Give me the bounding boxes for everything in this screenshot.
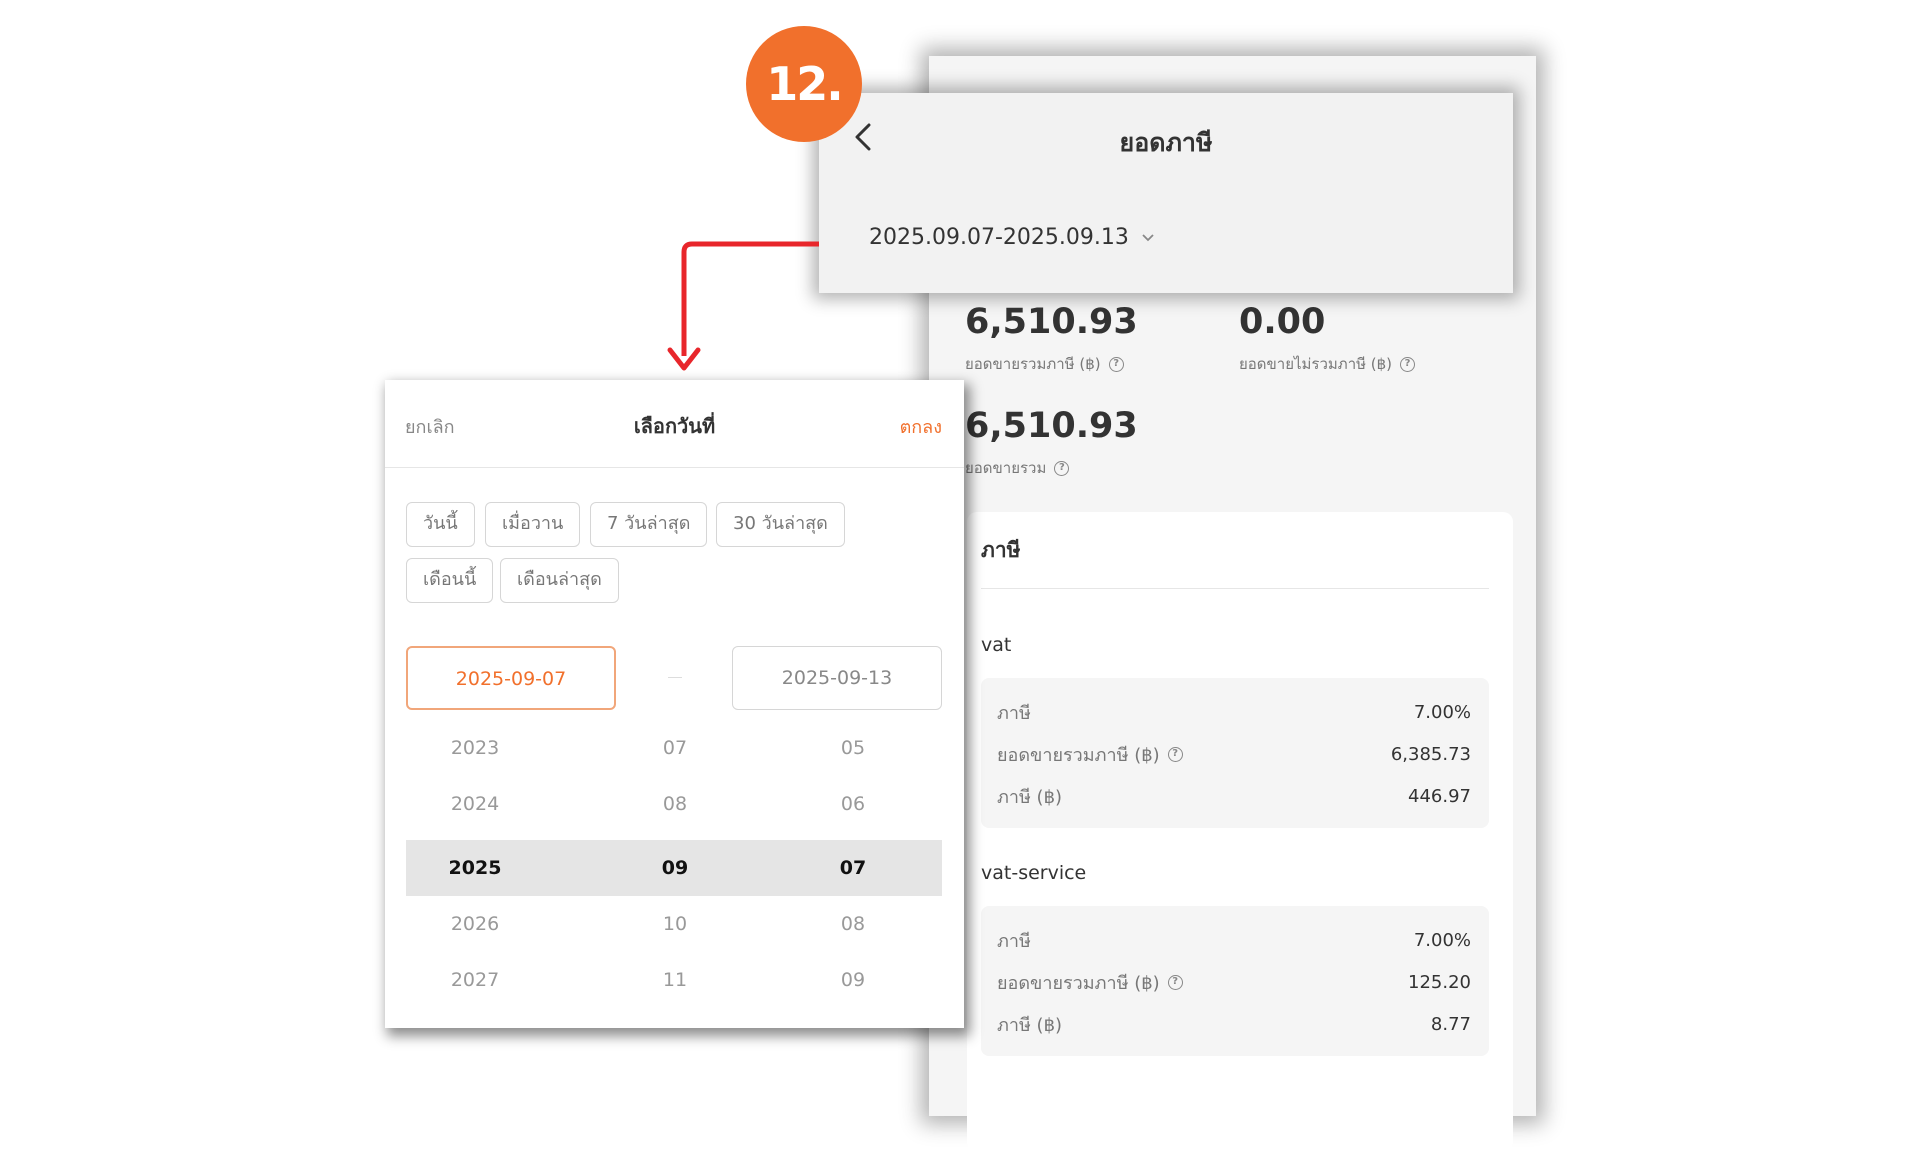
- quick-range-yesterday[interactable]: เมื่อวาน: [485, 502, 581, 547]
- step-badge: 12.: [746, 26, 862, 142]
- taxed-sales-value: 6,510.93: [965, 302, 1138, 342]
- header-callout: ยอดภาษี 2025.09.07-2025.09.13: [819, 93, 1513, 293]
- wheel-item-day[interactable]: 06: [763, 792, 943, 816]
- wheel-item-month[interactable]: 07: [585, 736, 765, 760]
- untaxed-sales-value: 0.00: [1239, 302, 1326, 342]
- tax-row-value: 446.97: [1408, 786, 1471, 807]
- total-sales-label: ยอดขายรวม: [965, 459, 1047, 477]
- tax-row-label: ภาษี: [997, 931, 1031, 952]
- confirm-button[interactable]: ตกลง: [900, 412, 942, 441]
- help-icon[interactable]: ?: [1400, 356, 1416, 372]
- wheel-item-day[interactable]: 09: [763, 968, 943, 992]
- tax-row-label: ยอดขายรวมภาษี (฿): [997, 745, 1160, 766]
- wheel-item-month[interactable]: 08: [585, 792, 765, 816]
- help-icon[interactable]: ?: [1167, 975, 1183, 990]
- wheel-item-month[interactable]: 10: [585, 912, 765, 936]
- tax-row-value: 125.20: [1408, 972, 1471, 993]
- wheel-item-day[interactable]: 05: [763, 736, 943, 760]
- tax-row: ภาษี 7.00%: [997, 698, 1471, 727]
- total-sales-stat: 6,510.93 ยอดขายรวม ?: [965, 406, 1138, 480]
- tax-row: ยอดขายรวมภาษี (฿)? 6,385.73: [997, 740, 1471, 769]
- wheel-item-year[interactable]: 2027: [385, 968, 565, 992]
- total-sales-value: 6,510.93: [965, 406, 1138, 446]
- divider: [981, 588, 1489, 589]
- quick-range-this-month[interactable]: เดือนนี้: [406, 558, 494, 603]
- quick-range-today[interactable]: วันนี้: [406, 502, 475, 547]
- help-icon[interactable]: ?: [1054, 460, 1070, 476]
- tax-group-box: ภาษี 7.00% ยอดขายรวมภาษี (฿)? 125.20 ภาษ…: [981, 906, 1489, 1056]
- tax-row-label: ภาษี (฿): [997, 1015, 1063, 1036]
- wheel-item-day-selected[interactable]: 07: [763, 856, 943, 880]
- date-picker: ยกเลิก เลือกวันที่ ตกลง วันนี้ เมื่อวาน …: [385, 380, 964, 1028]
- wheel-item-month[interactable]: 11: [585, 968, 765, 992]
- untaxed-sales-label: ยอดขายไม่รวมภาษี (฿): [1239, 355, 1393, 373]
- start-date-field[interactable]: 2025-09-07: [406, 646, 616, 710]
- page-title: ยอดภาษี: [1119, 128, 1213, 157]
- tax-row-value: 6,385.73: [1390, 744, 1471, 765]
- wheel-item-day[interactable]: 08: [763, 912, 943, 936]
- tax-section-title: ภาษี: [981, 538, 1021, 562]
- date-separator: [668, 677, 682, 678]
- tax-row: ภาษี (฿) 446.97: [997, 782, 1471, 811]
- taxed-sales-label: ยอดขายรวมภาษี (฿): [965, 355, 1101, 373]
- chevron-down-icon: [1142, 233, 1154, 241]
- tax-row: ยอดขายรวมภาษี (฿)? 125.20: [997, 968, 1471, 997]
- wheel-item-year[interactable]: 2024: [385, 792, 565, 816]
- help-icon[interactable]: ?: [1108, 356, 1124, 372]
- tax-row: ภาษี (฿) 8.77: [997, 1010, 1471, 1039]
- help-icon[interactable]: ?: [1167, 747, 1183, 762]
- end-date-field[interactable]: 2025-09-13: [732, 646, 942, 710]
- wheel-item-year-selected[interactable]: 2025: [385, 856, 565, 880]
- quick-range-last-month[interactable]: เดือนล่าสุด: [500, 558, 619, 603]
- tax-row: ภาษี 7.00%: [997, 926, 1471, 955]
- tax-row-value: 8.77: [1430, 1014, 1471, 1035]
- untaxed-sales-stat: 0.00 ยอดขายไม่รวมภาษี (฿) ?: [1239, 302, 1416, 376]
- tax-row-label: ยอดขายรวมภาษี (฿): [997, 973, 1160, 994]
- wheel-item-year[interactable]: 2023: [385, 736, 565, 760]
- tax-group-name: vat-service: [981, 862, 1087, 884]
- date-range-selector[interactable]: 2025.09.07-2025.09.13: [869, 225, 1155, 250]
- wheel-item-month-selected[interactable]: 09: [585, 856, 765, 880]
- tax-row-value: 7.00%: [1413, 930, 1471, 951]
- picker-header: ยกเลิก เลือกวันที่ ตกลง: [385, 380, 964, 468]
- tax-card: ภาษี vat ภาษี 7.00% ยอดขายรวมภาษี (฿)? 6…: [967, 512, 1513, 1152]
- quick-range-30-days[interactable]: 30 วันล่าสุด: [716, 502, 845, 547]
- tax-row-label: ภาษี: [997, 703, 1031, 724]
- date-range-text: 2025.09.07-2025.09.13: [869, 225, 1129, 250]
- tax-group-name: vat: [981, 634, 1012, 656]
- tax-row-value: 7.00%: [1413, 702, 1471, 723]
- wheel-item-year[interactable]: 2026: [385, 912, 565, 936]
- taxed-sales-stat: 6,510.93 ยอดขายรวมภาษี (฿) ?: [965, 302, 1138, 376]
- picker-title: เลือกวันที่: [633, 414, 716, 438]
- tax-group-box: ภาษี 7.00% ยอดขายรวมภาษี (฿)? 6,385.73 ภ…: [981, 678, 1489, 828]
- tax-row-label: ภาษี (฿): [997, 787, 1063, 808]
- quick-range-7-days[interactable]: 7 วันล่าสุด: [590, 502, 708, 547]
